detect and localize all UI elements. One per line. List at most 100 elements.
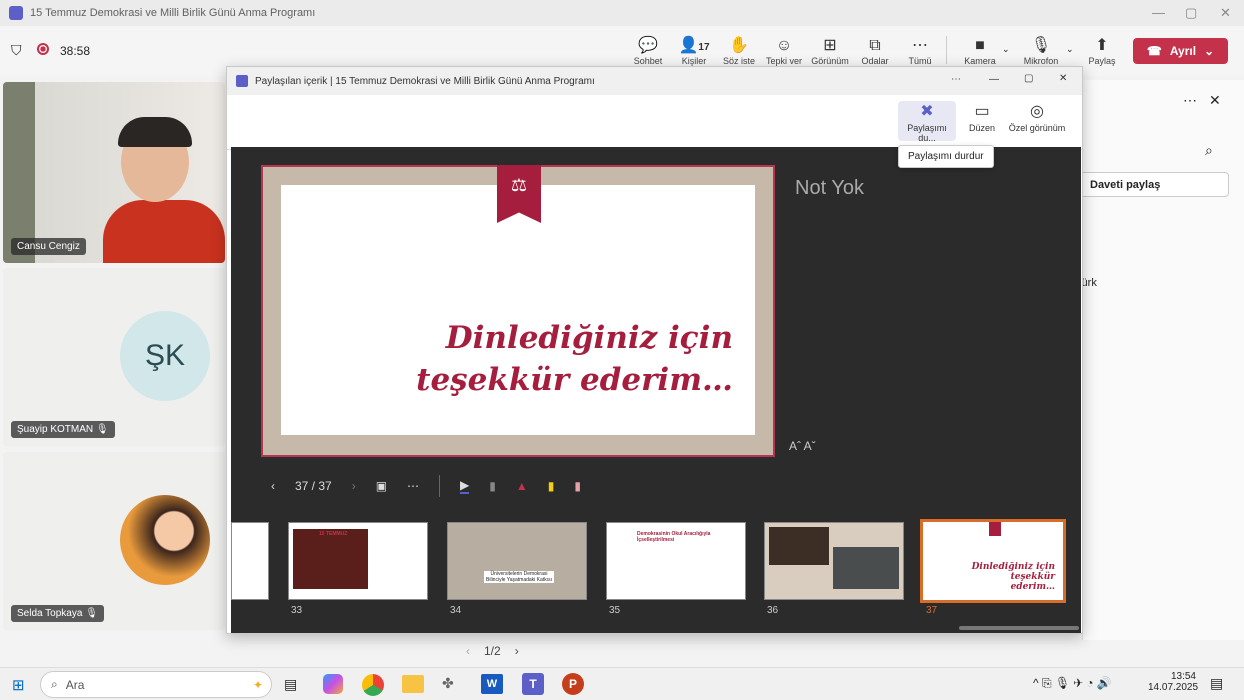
- slide-thumbnail[interactable]: Üniversitelerin Demokrasi Bilinciyle Yaş…: [447, 522, 587, 600]
- shared-content-window: Paylaşılan içerik | 15 Temmuz Demokrasi …: [226, 66, 1083, 634]
- share-window-title: Paylaşılan içerik | 15 Temmuz Demokrasi …: [255, 75, 595, 87]
- close-icon[interactable]: ✕: [1220, 5, 1231, 21]
- leave-button[interactable]: ☎ Ayrıl ⌄: [1133, 38, 1228, 64]
- slide-text: Dinlediğiniz için teşekkür ederim…: [416, 320, 733, 398]
- more-icon: ⋯: [912, 37, 928, 54]
- task-view-icon[interactable]: ▤: [284, 676, 297, 693]
- people-icon: 👤17: [678, 37, 710, 54]
- highlighter-icon[interactable]: ▮: [548, 479, 555, 493]
- chrome-icon[interactable]: [362, 674, 384, 696]
- notifications-icon[interactable]: ▤: [1210, 675, 1223, 692]
- camera-icon: ■: [975, 37, 985, 54]
- app-icon[interactable]: ✤: [442, 675, 454, 692]
- private-view-button[interactable]: ◎ Özel görünüm: [1007, 101, 1067, 133]
- share-icon: ⬆: [1095, 37, 1109, 54]
- slide-thumbnail[interactable]: Demokrasinin Okul Aracılığıyla İçselleşt…: [606, 522, 746, 600]
- layout-button[interactable]: ▭ Düzen: [965, 101, 999, 133]
- app-title-bar: 15 Temmuz Demokrasi ve Milli Birlik Günü…: [0, 0, 1244, 26]
- slide-thumbnail[interactable]: [231, 522, 269, 600]
- system-tray-icons[interactable]: ^ ⎘ 🎙 ✈ ◔ 🔊: [1033, 676, 1112, 691]
- chat-button[interactable]: 💬 Sohbet: [626, 36, 670, 66]
- teams-logo-icon: [9, 6, 23, 20]
- eraser-icon[interactable]: ▮: [574, 479, 581, 493]
- more-icon[interactable]: ⋯: [951, 74, 961, 85]
- slide-counter: 37 / 37: [295, 479, 332, 493]
- more-icon[interactable]: ⋯: [1183, 92, 1197, 109]
- window-curtain: [3, 82, 35, 263]
- slide-thumbnail[interactable]: 15 TEMMUZ: [288, 522, 428, 600]
- slide-thumbnail-selected[interactable]: Dinlediğiniz için teşekkür ederim…: [920, 519, 1066, 603]
- clock[interactable]: 13:54 14.07.2025: [1148, 671, 1198, 693]
- more-icon[interactable]: ⋯: [407, 479, 419, 493]
- maximize-icon[interactable]: ▢: [1185, 5, 1197, 21]
- slides-grid-icon[interactable]: ▣: [376, 479, 387, 493]
- people-button[interactable]: 👤17 Kişiler: [672, 36, 716, 66]
- pointer-tool-icon[interactable]: ▶: [460, 478, 470, 494]
- minimize-icon[interactable]: —: [1152, 5, 1165, 20]
- copilot-icon[interactable]: [323, 674, 343, 694]
- pen-icon[interactable]: ▲: [516, 479, 528, 493]
- shield-icon: ⛉: [11, 42, 22, 58]
- chevron-right-icon[interactable]: ›: [515, 644, 519, 658]
- participant-name: Selda Topkaya 🎙: [11, 605, 104, 622]
- meeting-timer: 38:58: [60, 44, 91, 58]
- close-icon[interactable]: ✕: [1209, 92, 1221, 109]
- participant-tile[interactable]: Cansu Cengiz: [3, 82, 225, 263]
- copilot-sparkle-icon: ✦: [252, 677, 263, 692]
- participant-name: Şuayip KOTMAN 🎙: [11, 421, 115, 438]
- rooms-button[interactable]: ⧉ Odalar: [853, 36, 897, 66]
- thumbnail-number: 36: [767, 605, 779, 616]
- share-invite-button[interactable]: Daveti paylaş: [1079, 172, 1229, 197]
- view-button[interactable]: ⊞ Görünüm: [808, 36, 852, 66]
- chevron-down-icon: ⌄: [1204, 44, 1215, 58]
- participant-name: Cansu Cengiz: [11, 238, 86, 255]
- mic-muted-icon: 🎙: [95, 424, 109, 435]
- tooltip: Paylaşımı durdur: [898, 145, 994, 168]
- participant-tile[interactable]: ŞK Şuayip KOTMAN 🎙: [3, 268, 225, 446]
- stop-sharing-button[interactable]: ✖ Paylaşımı du...: [898, 101, 956, 143]
- file-explorer-icon[interactable]: [402, 675, 424, 693]
- mic-button[interactable]: 🎙 Mikrofon: [1019, 36, 1063, 66]
- avatar: [120, 495, 210, 585]
- participant-tile[interactable]: Selda Topkaya 🎙: [3, 452, 225, 630]
- more-button[interactable]: ⋯ Tümü: [898, 36, 942, 66]
- recording-icon: [37, 43, 49, 55]
- slide-thumbnail[interactable]: [764, 522, 904, 600]
- share-button[interactable]: ⬆ Paylaş: [1080, 36, 1124, 66]
- laser-pointer-icon[interactable]: ▮: [489, 479, 496, 493]
- scrollbar[interactable]: [959, 626, 1079, 630]
- chevron-down-icon[interactable]: ⌄: [1002, 44, 1010, 55]
- gallery-pager: ‹ 1/2 ›: [466, 644, 519, 658]
- chevron-left-icon[interactable]: ‹: [466, 644, 470, 658]
- share-window-titlebar: Paylaşılan içerik | 15 Temmuz Demokrasi …: [227, 67, 1082, 95]
- chat-icon: 💬: [638, 37, 658, 54]
- prev-slide-icon[interactable]: ‹: [271, 479, 275, 493]
- camera-button[interactable]: ■ Kamera: [958, 36, 1002, 66]
- rooms-icon: ⧉: [869, 37, 881, 54]
- taskbar-search[interactable]: ⌕ Ara ✦: [40, 671, 272, 698]
- minimize-icon[interactable]: —: [989, 74, 999, 85]
- maximize-icon[interactable]: ▢: [1024, 73, 1033, 84]
- search-icon[interactable]: ⌕: [1205, 142, 1213, 159]
- thumbnail-photo: [769, 527, 829, 565]
- chevron-down-icon[interactable]: ⌄: [1066, 44, 1074, 55]
- thumbnail-number: 37: [926, 605, 938, 616]
- react-icon: ☺: [775, 37, 793, 54]
- close-icon[interactable]: ✕: [1059, 73, 1067, 84]
- divider: [946, 36, 947, 64]
- react-button[interactable]: ☺ Tepki ver: [762, 36, 806, 66]
- teams-icon[interactable]: T: [522, 673, 544, 695]
- phone-hangup-icon: ☎: [1146, 44, 1162, 58]
- word-icon[interactable]: W: [481, 674, 503, 694]
- share-controls: ✖ Paylaşımı du... ▭ Düzen ◎ Özel görünüm: [227, 95, 1082, 150]
- view-icon: ⊞: [823, 37, 837, 54]
- person-hair: [118, 117, 192, 147]
- windows-start-icon[interactable]: ⊞: [12, 676, 25, 694]
- raise-hand-icon: ✋: [729, 37, 749, 54]
- thumbnail-photo: [293, 529, 368, 589]
- next-slide-icon[interactable]: ›: [352, 479, 356, 493]
- raise-hand-button[interactable]: ✋ Söz iste: [717, 36, 761, 66]
- powerpoint-icon[interactable]: P: [562, 673, 584, 695]
- font-size-controls[interactable]: Aˆ Aˇ: [789, 439, 816, 453]
- people-panel: ⋯ ✕ ⌕ Daveti paylaş ztürk: [1073, 80, 1244, 640]
